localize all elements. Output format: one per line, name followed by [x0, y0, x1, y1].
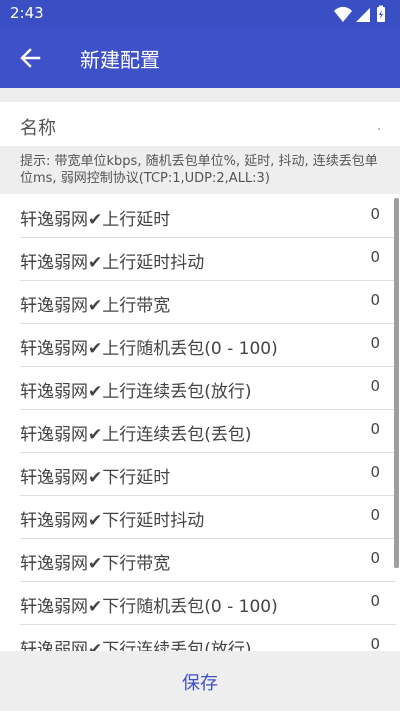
name-input[interactable]	[120, 110, 382, 140]
list-item[interactable]: 轩逸弱网✔上行随机丢包(0 - 100) 0	[20, 323, 396, 367]
list-item-value: 0	[370, 248, 380, 266]
divider	[0, 88, 400, 102]
list-item-label: 轩逸弱网✔上行延时	[20, 210, 171, 230]
list-item-value: 0	[370, 463, 380, 481]
list-item[interactable]: 轩逸弱网✔下行延时 0	[20, 452, 396, 496]
wifi-icon	[334, 6, 352, 22]
list-item-value: 0	[370, 635, 380, 651]
list-item[interactable]: 轩逸弱网✔上行连续丢包(丢包) 0	[20, 409, 396, 453]
list-item-label: 轩逸弱网✔下行随机丢包(0 - 100)	[20, 597, 278, 617]
app-bar: 新建配置	[0, 27, 400, 88]
signal-icon	[356, 8, 370, 22]
list-item[interactable]: 轩逸弱网✔下行连续丢包(放行) 0	[20, 624, 396, 651]
list-item[interactable]: 轩逸弱网✔上行延时 0	[20, 194, 396, 238]
settings-list: 轩逸弱网✔上行延时 0 轩逸弱网✔上行延时抖动 0 轩逸弱网✔上行带宽 0 轩逸…	[0, 194, 400, 651]
list-item[interactable]: 轩逸弱网✔下行延时抖动 0	[20, 495, 396, 539]
list-item-label: 轩逸弱网✔上行连续丢包(丢包)	[20, 425, 252, 445]
input-cursor-mark	[378, 128, 380, 130]
arrow-back-icon	[20, 48, 41, 68]
name-field-row: 名称	[0, 102, 400, 146]
page-title: 新建配置	[80, 48, 160, 72]
bottom-bar: 保存	[0, 651, 400, 711]
list-item-value: 0	[370, 291, 380, 309]
list-item-value: 0	[370, 549, 380, 567]
list-item[interactable]: 轩逸弱网✔下行带宽 0	[20, 538, 396, 582]
status-icons	[330, 5, 390, 23]
list-item-label: 轩逸弱网✔下行连续丢包(放行)	[20, 640, 252, 651]
list-item-label: 轩逸弱网✔上行随机丢包(0 - 100)	[20, 339, 278, 359]
list-item-label: 轩逸弱网✔上行连续丢包(放行)	[20, 382, 252, 402]
list-item-value: 0	[370, 334, 380, 352]
list-item-value: 0	[370, 506, 380, 524]
list-item[interactable]: 轩逸弱网✔上行延时抖动 0	[20, 237, 396, 281]
list-item-label: 轩逸弱网✔上行带宽	[20, 296, 171, 316]
list-item-value: 0	[370, 420, 380, 438]
list-item-label: 轩逸弱网✔上行延时抖动	[20, 253, 205, 273]
list-item[interactable]: 轩逸弱网✔下行随机丢包(0 - 100) 0	[20, 581, 396, 625]
battery-icon	[377, 5, 385, 22]
list-item[interactable]: 轩逸弱网✔上行连续丢包(放行) 0	[20, 366, 396, 410]
back-button[interactable]	[14, 43, 46, 73]
save-button[interactable]: 保存	[0, 657, 400, 707]
status-bar: 2:43	[0, 0, 400, 27]
list-item[interactable]: 轩逸弱网✔上行带宽 0	[20, 280, 396, 324]
list-item-value: 0	[370, 592, 380, 610]
list-item-label: 轩逸弱网✔下行带宽	[20, 554, 171, 574]
hint-text: 提示: 带宽单位kbps, 随机丢包单位%, 延时, 抖动, 连续丢包单位ms,…	[0, 146, 400, 194]
list-item-value: 0	[370, 205, 380, 223]
name-label: 名称	[20, 118, 56, 139]
list-item-label: 轩逸弱网✔下行延时	[20, 468, 171, 488]
scrollbar[interactable]	[394, 198, 399, 568]
status-time: 2:43	[10, 4, 44, 22]
list-item-label: 轩逸弱网✔下行延时抖动	[20, 511, 205, 531]
list-item-value: 0	[370, 377, 380, 395]
